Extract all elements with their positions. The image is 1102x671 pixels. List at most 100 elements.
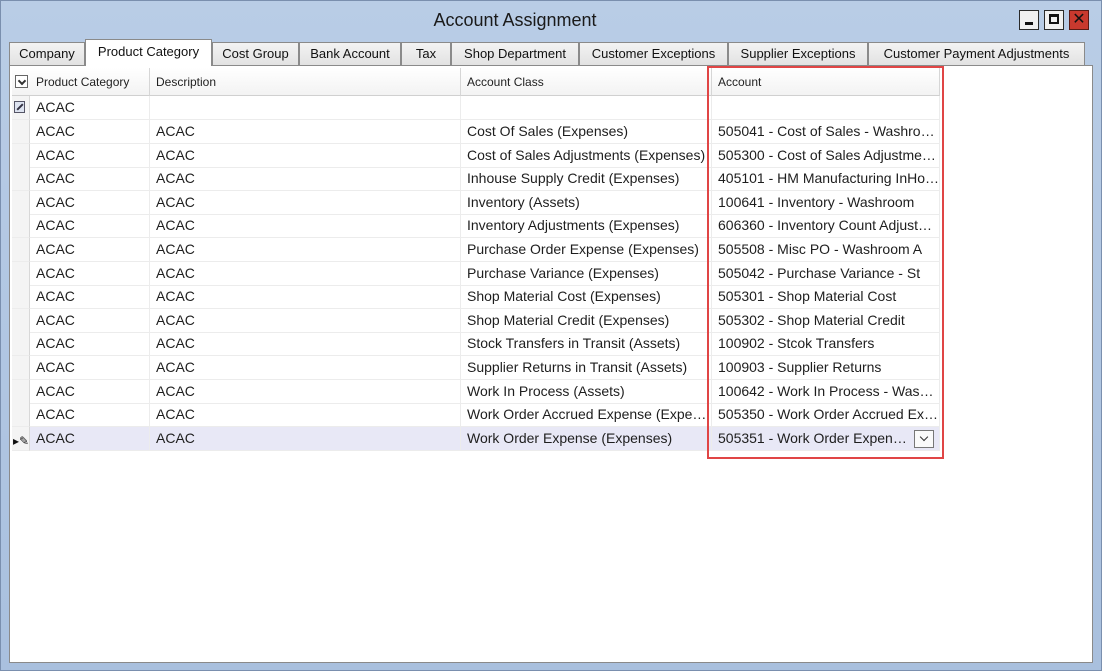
cell-account-class[interactable]: Shop Material Credit (Expenses)	[461, 308, 712, 333]
table-row[interactable]: ACAC ACAC Inhouse Supply Credit (Expenses)…	[12, 167, 940, 192]
table-row[interactable]: ACAC ACAC Purchase Order Expense (Expenses…	[12, 238, 940, 262]
cell-description[interactable]	[150, 96, 461, 120]
cell-description[interactable]: ACAC	[150, 120, 461, 144]
cell-product-category[interactable]: ACAC	[30, 356, 150, 380]
table-row[interactable]: ACAC ACAC Cost Of Sales (Expenses) 505041 -…	[12, 120, 940, 144]
tab-cost-group[interactable]: Cost Group	[212, 42, 299, 65]
tab-product-category[interactable]: Product Category	[85, 39, 212, 66]
column-header-product-category[interactable]: Product Category	[12, 68, 150, 96]
cell-product-category[interactable]: ACAC	[30, 308, 150, 333]
row-selector[interactable]	[12, 238, 30, 262]
cell-description[interactable]: ACAC	[150, 332, 461, 357]
row-selector[interactable]	[12, 308, 30, 333]
cell-account[interactable]: 100642 - Work In Process - Washroom	[712, 379, 940, 404]
cell-account[interactable]: 505350 - Work Order Accrued Expense	[712, 403, 940, 428]
column-header-account[interactable]: Account	[712, 68, 940, 96]
cell-product-category[interactable]: ACAC	[30, 238, 150, 262]
cell-account-class[interactable]: Work Order Expense (Expenses)	[461, 426, 712, 451]
cell-account-class[interactable]: Stock Transfers in Transit (Assets)	[461, 332, 712, 357]
cell-description[interactable]: ACAC	[150, 308, 461, 333]
cell-account[interactable]	[712, 96, 940, 120]
row-selector[interactable]	[12, 120, 30, 144]
tab-customer-payment-adjustments[interactable]: Customer Payment Adjustments	[868, 42, 1085, 65]
column-header-account-class[interactable]: Account Class	[461, 68, 712, 96]
tab-bank-account[interactable]: Bank Account	[299, 42, 401, 65]
cell-account-class[interactable]	[461, 96, 712, 120]
cell-product-category[interactable]: ACAC	[30, 261, 150, 286]
cell-product-category[interactable]: ACAC	[30, 143, 150, 168]
cell-account-class[interactable]: Cost of Sales Adjustments (Expenses)	[461, 143, 712, 168]
cell-description[interactable]: ACAC	[150, 356, 461, 380]
maximize-button[interactable]	[1044, 10, 1064, 30]
table-row[interactable]: ACAC ACAC Work Order Accrued Expense (Expe…	[12, 403, 940, 428]
tab-tax[interactable]: Tax	[401, 42, 451, 65]
cell-account-class[interactable]: Cost Of Sales (Expenses)	[461, 120, 712, 144]
table-row[interactable]: ACAC ACAC Inventory Adjustments (Expenses)…	[12, 214, 940, 239]
cell-account[interactable]: 505351 - Work Order Expenses	[712, 426, 940, 451]
minimize-button[interactable]	[1019, 10, 1039, 30]
table-row[interactable]: ACAC ACAC Cost of Sales Adjustments (Expen…	[12, 143, 940, 168]
row-selector[interactable]	[12, 143, 30, 168]
cell-description[interactable]: ACAC	[150, 285, 461, 310]
cell-description[interactable]: ACAC	[150, 238, 461, 262]
cell-account-class[interactable]: Work In Process (Assets)	[461, 379, 712, 404]
cell-product-category[interactable]: ACAC	[30, 96, 150, 120]
cell-account[interactable]: 100641 - Inventory - Washroom	[712, 190, 940, 215]
row-selector[interactable]	[12, 356, 30, 380]
table-row[interactable]: ACAC ACAC Stock Transfers in Transit (Asse…	[12, 332, 940, 357]
cell-account[interactable]: 505042 - Purchase Variance - St	[712, 261, 940, 286]
row-selector[interactable]	[12, 214, 30, 239]
cell-description[interactable]: ACAC	[150, 403, 461, 428]
cell-product-category[interactable]: ACAC	[30, 332, 150, 357]
cell-product-category[interactable]: ACAC	[30, 426, 150, 451]
cell-description[interactable]: ACAC	[150, 379, 461, 404]
cell-account[interactable]: 505301 - Shop Material Cost	[712, 285, 940, 310]
tab-supplier-exceptions[interactable]: Supplier Exceptions	[728, 42, 868, 65]
cell-account-class[interactable]: Shop Material Cost (Expenses)	[461, 285, 712, 310]
cell-product-category[interactable]: ACAC	[30, 285, 150, 310]
cell-description[interactable]: ACAC	[150, 143, 461, 168]
cell-product-category[interactable]: ACAC	[30, 190, 150, 215]
table-row[interactable]: ▸✎ ACAC ACAC Work Order Expense (Expenses) 5…	[12, 426, 940, 451]
cell-product-category[interactable]: ACAC	[30, 214, 150, 239]
cell-account[interactable]: 505300 - Cost of Sales Adjustments	[712, 143, 940, 168]
cell-description[interactable]: ACAC	[150, 190, 461, 215]
cell-account[interactable]: 505508 - Misc PO - Washroom A	[712, 238, 940, 262]
cell-account-class[interactable]: Inhouse Supply Credit (Expenses)	[461, 167, 712, 192]
table-row[interactable]: ACAC ACAC Work In Process (Assets) 100642 -…	[12, 379, 940, 404]
new-row[interactable]: ACAC	[12, 96, 940, 120]
column-header-description[interactable]: Description	[150, 68, 461, 96]
table-row[interactable]: ACAC ACAC Supplier Returns in Transit (Ass…	[12, 356, 940, 380]
cell-description[interactable]: ACAC	[150, 426, 461, 451]
table-row[interactable]: ACAC ACAC Inventory (Assets) 100641 - Inven…	[12, 190, 940, 215]
cell-account-class[interactable]: Inventory (Assets)	[461, 190, 712, 215]
cell-description[interactable]: ACAC	[150, 214, 461, 239]
tab-shop-department[interactable]: Shop Department	[451, 42, 579, 65]
row-selector[interactable]	[12, 332, 30, 357]
cell-account-class[interactable]: Purchase Order Expense (Expenses)	[461, 238, 712, 262]
cell-account[interactable]: 505041 - Cost of Sales - Washroom	[712, 120, 940, 144]
row-selector[interactable]	[12, 285, 30, 310]
cell-account-class[interactable]: Work Order Accrued Expense (Expenses)	[461, 403, 712, 428]
row-selector[interactable]: ▸✎	[12, 426, 30, 451]
cell-account-class[interactable]: Supplier Returns in Transit (Assets)	[461, 356, 712, 380]
cell-account[interactable]: 505302 - Shop Material Credit	[712, 308, 940, 333]
row-selector[interactable]	[12, 96, 30, 120]
tab-customer-exceptions[interactable]: Customer Exceptions	[579, 42, 728, 65]
cell-product-category[interactable]: ACAC	[30, 120, 150, 144]
row-selector[interactable]	[12, 403, 30, 428]
table-row[interactable]: ACAC ACAC Shop Material Credit (Expenses) 5…	[12, 308, 940, 333]
title-bar[interactable]: Account Assignment ✕	[1, 1, 1101, 39]
table-row[interactable]: ACAC ACAC Shop Material Cost (Expenses) 505…	[12, 285, 940, 310]
cell-account-class[interactable]: Inventory Adjustments (Expenses)	[461, 214, 712, 239]
cell-account[interactable]: 405101 - HM Manufacturing InHouse	[712, 167, 940, 192]
cell-account[interactable]: 100903 - Supplier Returns	[712, 356, 940, 380]
table-row[interactable]: ACAC ACAC Purchase Variance (Expenses) 5050…	[12, 261, 940, 286]
cell-product-category[interactable]: ACAC	[30, 167, 150, 192]
cell-product-category[interactable]: ACAC	[30, 403, 150, 428]
cell-account[interactable]: 606360 - Inventory Count Adjustments	[712, 214, 940, 239]
cell-description[interactable]: ACAC	[150, 167, 461, 192]
close-button[interactable]: ✕	[1069, 9, 1089, 30]
cell-account-class[interactable]: Purchase Variance (Expenses)	[461, 261, 712, 286]
row-selector[interactable]	[12, 190, 30, 215]
